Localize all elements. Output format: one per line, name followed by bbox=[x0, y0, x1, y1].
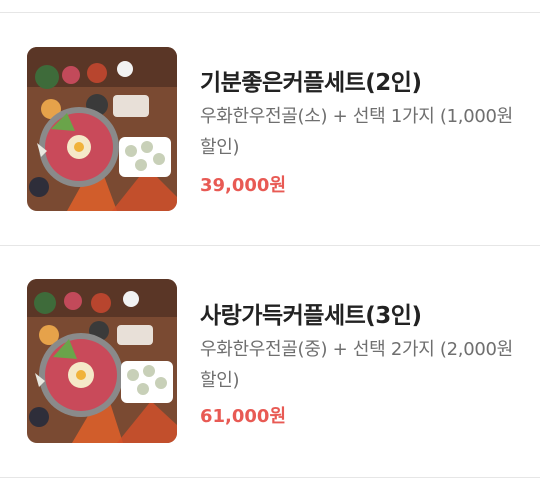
menu-item-price: 39,000원 bbox=[200, 175, 287, 196]
food-photo-icon bbox=[27, 279, 177, 443]
menu-item-title: 기분좋은커플세트(2인) bbox=[200, 70, 422, 96]
menu-item-description: 우화한우전골(중) + 선택 2가지 (2,000원 할인) bbox=[200, 339, 513, 391]
food-photo-icon bbox=[27, 47, 177, 211]
menu-item[interactable]: 사랑가득커플세트(3인) 우화한우전골(중) + 선택 2가지 (2,000원 … bbox=[0, 246, 540, 478]
bottom-divider bbox=[0, 477, 540, 478]
menu-item-photo bbox=[27, 279, 177, 443]
menu-item-photo bbox=[27, 47, 177, 211]
menu-item-description: 우화한우전골(소) + 선택 1가지 (1,000원 할인) bbox=[200, 106, 513, 158]
menu-item[interactable]: 기분좋은커플세트(2인) 우화한우전골(소) + 선택 1가지 (1,000원 … bbox=[0, 13, 540, 245]
menu-item-price: 61,000원 bbox=[200, 406, 287, 427]
menu-item-title: 사랑가득커플세트(3인) bbox=[200, 303, 422, 329]
